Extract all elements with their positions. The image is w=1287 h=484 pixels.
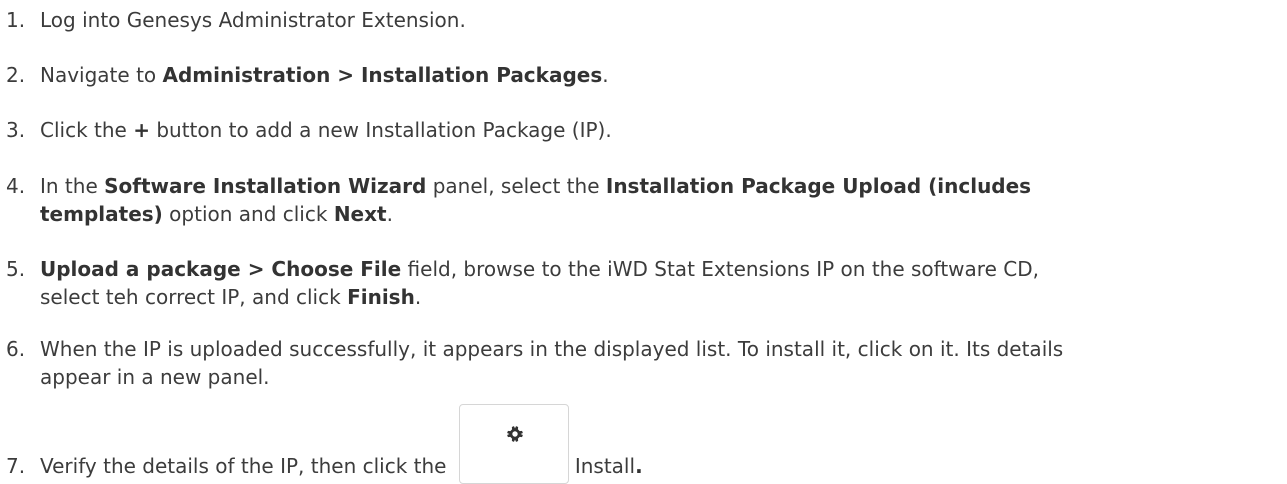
step-number: 2. (6, 63, 26, 87)
step-number: 6. (6, 337, 26, 361)
step-text: Click the (40, 118, 134, 142)
step-6: 6. When the IP is uploaded successfully, … (0, 335, 1277, 391)
step-number: 7. (6, 454, 26, 478)
step-text: appear in a new panel. (40, 365, 270, 389)
step-number: 3. (6, 118, 26, 142)
step-text: When the IP is uploaded successfully, it… (40, 337, 1064, 361)
step-text: Log into Genesys Administrator Extension… (40, 8, 466, 32)
step-text: option and click (162, 202, 334, 226)
instruction-steps: 1. Log into Genesys Administrator Extensi… (0, 0, 1287, 484)
step-text: field, browse to the iWD Stat Extensions… (401, 257, 1039, 281)
step-text: . (602, 63, 609, 87)
step-number: 4. (6, 174, 26, 198)
plus-symbol: + (133, 118, 150, 142)
step-2: 2. Navigate to Administration > Installat… (0, 61, 1277, 89)
step-number: 5. (6, 257, 26, 281)
panel-name: Software Installation Wizard (104, 174, 427, 198)
step-text: . (414, 285, 422, 309)
step-text: button to add a new Installation Package… (149, 118, 612, 142)
step-7: 7. Verify the details of the IP, then cli… (0, 404, 1277, 484)
step-5: 5. Upload a package > Choose File field, … (0, 255, 1277, 311)
gear-icon (506, 426, 523, 442)
step-text: Install (574, 454, 636, 478)
step-4: 4. In the Software Installation Wizard pa… (0, 172, 1277, 228)
step-text: Navigate to (40, 63, 163, 87)
menu-path: Administration > Installation Packages (162, 63, 603, 87)
step-text: select teh correct IP, and click (40, 285, 348, 309)
step-number: 1. (6, 8, 26, 32)
step-3: 3. Click the + button to add a new Instal… (0, 116, 1277, 144)
step-text: In the (40, 174, 105, 198)
option-name-cont: templates) (40, 202, 163, 226)
field-path: Upload a package > Choose File (40, 257, 402, 281)
install-label: . (635, 454, 643, 478)
settings-menu-button[interactable] (458, 404, 569, 484)
option-name: Installation Package Upload (includes (605, 174, 1032, 198)
step-text: Verify the details of the IP, then click… (40, 454, 453, 478)
step-text: panel, select the (426, 174, 606, 198)
step-1: 1. Log into Genesys Administrator Extensi… (0, 6, 1277, 34)
finish-label: Finish (347, 285, 415, 309)
next-label: Next (333, 202, 387, 226)
step-text: . (386, 202, 393, 226)
